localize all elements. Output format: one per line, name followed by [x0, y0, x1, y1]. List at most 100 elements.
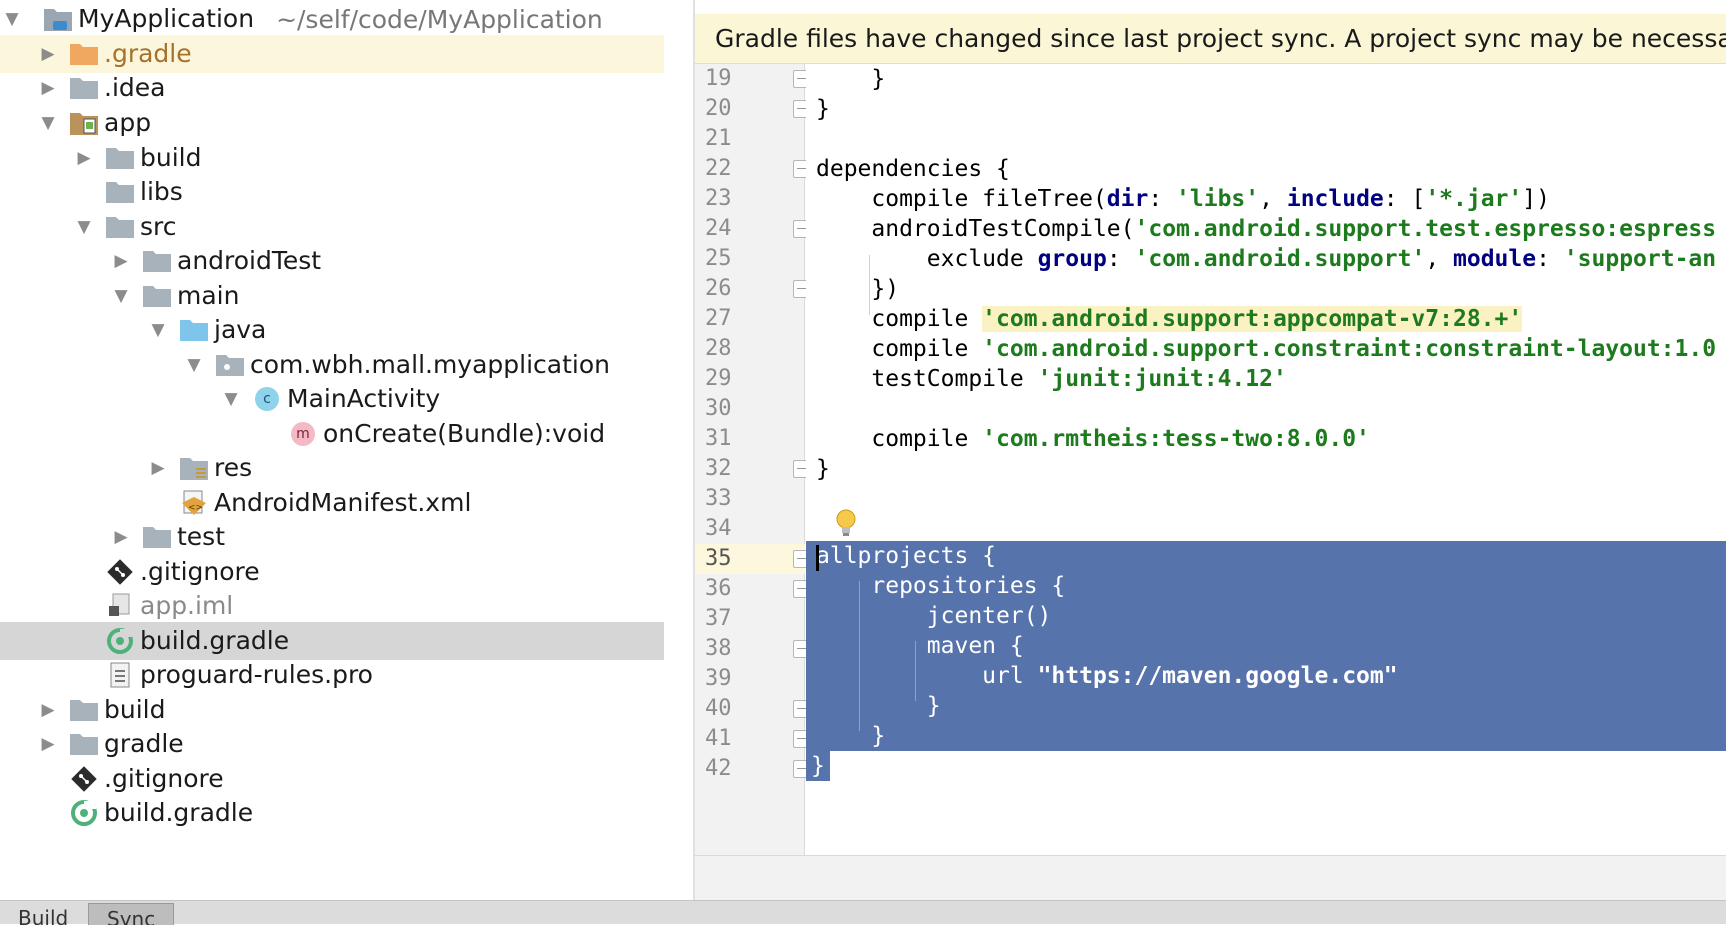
line-number-current: 35 — [695, 544, 805, 574]
tree-label: build — [104, 695, 166, 724]
tab-build[interactable]: Build — [0, 903, 86, 925]
line-number: 37 — [705, 606, 732, 631]
gradle-icon — [68, 794, 100, 832]
tree-row-proguard[interactable]: proguard-rules.pro — [0, 656, 664, 694]
chevron-right-icon[interactable]: ▶ — [38, 691, 58, 729]
tree-row-java[interactable]: ▼ java — [0, 311, 664, 349]
banner-text: Gradle files have changed since last pro… — [715, 24, 1726, 53]
tree-label: MyApplication — [78, 4, 255, 33]
code-line-42: } — [811, 753, 825, 779]
code-line-41: } — [816, 723, 886, 749]
text-file-icon — [104, 656, 136, 694]
tree-label: app — [104, 108, 152, 137]
code-line-20: } — [816, 96, 830, 122]
tree-row-app-build-gradle[interactable]: build.gradle — [0, 622, 664, 660]
chevron-right-icon[interactable]: ▶ — [111, 242, 131, 280]
tree-row-package[interactable]: ▼ com.wbh.mall.myapplication — [0, 346, 664, 384]
method-icon: m — [287, 415, 319, 453]
chevron-down-icon[interactable]: ▼ — [2, 0, 22, 38]
tree-row-build-gradle[interactable]: build.gradle — [0, 794, 664, 832]
tree-row-oncreate[interactable]: m onCreate(Bundle):void — [0, 415, 664, 453]
editor-gutter[interactable]: 19 20 21 22 23 24 25 26 27 28 29 30 31 3… — [695, 64, 805, 855]
editor-footer — [695, 855, 1726, 900]
module-folder-icon — [42, 0, 74, 38]
tree-row-gitignore[interactable]: .gitignore — [0, 760, 664, 798]
code-line-19: } — [816, 66, 886, 92]
tree-label: androidTest — [177, 246, 322, 275]
code-line-23: compile fileTree(dir: 'libs', include: [… — [816, 186, 1550, 212]
tree-row-res[interactable]: ▶ res — [0, 449, 664, 487]
folder-icon — [68, 69, 100, 107]
tree-row-app[interactable]: ▼ app — [0, 104, 664, 142]
chevron-down-icon[interactable]: ▼ — [148, 311, 168, 349]
orange-folder-icon — [68, 35, 100, 73]
bottom-tool-tabs: Build Sync — [0, 900, 1726, 925]
chevron-right-icon[interactable]: ▶ — [38, 35, 58, 73]
code-line-22: dependencies { — [816, 156, 1010, 182]
chevron-down-icon[interactable]: ▼ — [111, 277, 131, 315]
tree-label: build — [140, 143, 202, 172]
text-caret — [816, 545, 819, 571]
tree-row-gradle-dir[interactable]: ▶ .gradle — [0, 35, 664, 73]
line-number: 25 — [705, 246, 732, 271]
tree-label: res — [214, 453, 253, 482]
folder-icon — [104, 139, 136, 177]
code-line-28: compile 'com.android.support.constraint:… — [816, 336, 1717, 362]
code-line-36: repositories { — [816, 573, 1066, 599]
line-number: 34 — [705, 516, 732, 541]
tree-row-androidtest[interactable]: ▶ androidTest — [0, 242, 664, 280]
chevron-right-icon[interactable]: ▶ — [74, 139, 94, 177]
line-number: 23 — [705, 186, 732, 211]
tree-row-libs[interactable]: libs — [0, 173, 664, 211]
class-icon: c — [251, 380, 283, 418]
tree-label: onCreate(Bundle):void — [323, 419, 606, 448]
code-line-40: } — [816, 693, 941, 719]
tree-label: main — [177, 281, 240, 310]
tree-row-app-iml[interactable]: app.iml — [0, 587, 664, 625]
line-number: 20 — [705, 96, 732, 121]
chevron-down-icon[interactable]: ▼ — [221, 380, 241, 418]
tree-row-build[interactable]: ▶ build — [0, 691, 664, 729]
chevron-right-icon[interactable]: ▶ — [38, 69, 58, 107]
tree-row-root[interactable]: ▼ MyApplication ~/self/code/MyApplicatio… — [0, 0, 664, 38]
tree-row-app-gitignore[interactable]: .gitignore — [0, 553, 664, 591]
line-number: 38 — [705, 636, 732, 661]
tree-row-app-build[interactable]: ▶ build — [0, 139, 664, 177]
line-number: 29 — [705, 366, 732, 391]
folder-icon — [141, 518, 173, 556]
tree-label: build.gradle — [140, 626, 290, 655]
git-icon — [104, 553, 136, 591]
code-line-24: androidTestCompile('com.android.support.… — [816, 216, 1717, 242]
line-number: 33 — [705, 486, 732, 511]
code-line-26: }) — [816, 276, 900, 302]
tab-sync[interactable]: Sync — [88, 903, 175, 925]
chevron-right-icon[interactable]: ▶ — [111, 518, 131, 556]
tree-label: .gitignore — [104, 764, 224, 793]
tree-row-src[interactable]: ▼ src — [0, 208, 664, 246]
chevron-right-icon[interactable]: ▶ — [38, 725, 58, 763]
tree-row-gradle[interactable]: ▶ gradle — [0, 725, 664, 763]
chevron-down-icon[interactable]: ▼ — [38, 104, 58, 142]
folder-icon — [141, 242, 173, 280]
chevron-down-icon[interactable]: ▼ — [184, 346, 204, 384]
chevron-right-icon[interactable]: ▶ — [148, 449, 168, 487]
tree-label: proguard-rules.pro — [140, 660, 373, 689]
lightbulb-icon[interactable] — [832, 508, 860, 538]
chevron-down-icon[interactable]: ▼ — [74, 208, 94, 246]
line-number: 19 — [705, 66, 732, 91]
tree-row-mainactivity[interactable]: ▼ c MainActivity — [0, 380, 664, 418]
tree-label: gradle — [104, 729, 184, 758]
line-number: 30 — [705, 396, 732, 421]
tree-row-test[interactable]: ▶ test — [0, 518, 664, 556]
project-tree: ▼ MyApplication ~/self/code/MyApplicatio… — [0, 0, 664, 900]
tree-row-manifest[interactable]: <> AndroidManifest.xml — [0, 484, 664, 522]
tree-label: test — [177, 522, 226, 551]
line-number: 27 — [705, 306, 732, 331]
line-number: 40 — [705, 696, 732, 721]
folder-icon — [141, 277, 173, 315]
tree-label: .gitignore — [140, 557, 260, 586]
iml-file-icon — [104, 587, 136, 625]
tree-row-idea[interactable]: ▶ .idea — [0, 69, 664, 107]
code-line-31: compile 'com.rmtheis:tess-two:8.0.0' — [816, 426, 1370, 452]
tree-row-main[interactable]: ▼ main — [0, 277, 664, 315]
